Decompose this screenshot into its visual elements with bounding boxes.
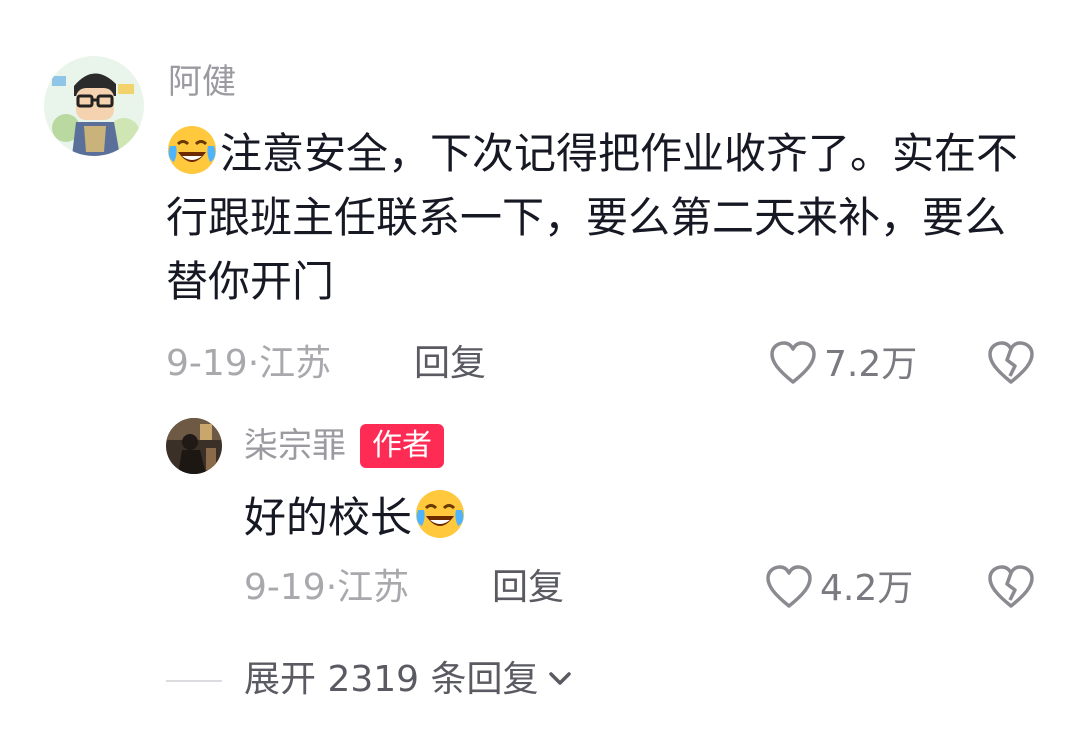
comment-thread: 阿健 注意安全，下次记得把作业收齐了。实在不行跟班主任联系一下，要么第二天来补，…	[0, 0, 1080, 744]
author-badge: 作者	[360, 424, 444, 468]
meta-separator: ·	[247, 343, 260, 384]
avatar[interactable]	[44, 56, 144, 156]
expand-replies-label: 展开 2319 条回复	[244, 659, 539, 700]
reply-location: 江苏	[337, 567, 410, 608]
reply-dislike-button[interactable]	[986, 564, 1036, 614]
like-count: 7.2万	[824, 344, 918, 385]
reply-reply-button[interactable]: 回复	[492, 566, 564, 610]
chevron-down-icon	[547, 668, 573, 692]
username[interactable]: 阿健	[168, 62, 236, 102]
heart-icon	[764, 564, 814, 614]
reply-like-count: 4.2万	[820, 568, 914, 609]
reply-meta: 9-19·江苏	[244, 566, 409, 610]
expand-divider	[166, 680, 222, 682]
laugh-cry-emoji-icon	[166, 124, 218, 176]
comment-text: 注意安全，下次记得把作业收齐了。实在不行跟班主任联系一下，要么第二天来补，要么替…	[166, 122, 1046, 314]
comment-date: 9-19	[166, 343, 248, 384]
reply-body: 好的校长	[244, 493, 413, 542]
reply-username[interactable]: 柒宗罪	[244, 426, 346, 466]
laugh-cry-emoji-icon	[414, 488, 466, 540]
reply-avatar[interactable]	[166, 418, 222, 474]
broken-heart-icon	[986, 564, 1036, 614]
reply-date: 9-19	[244, 567, 326, 608]
comment-meta: 9-19·江苏	[166, 342, 331, 386]
broken-heart-icon	[986, 340, 1036, 390]
like-button[interactable]: 7.2万	[768, 340, 917, 390]
dislike-button[interactable]	[986, 340, 1036, 390]
reply-like-button[interactable]: 4.2万	[764, 564, 913, 614]
expand-replies-button[interactable]: 展开 2319 条回复	[244, 658, 573, 702]
heart-icon	[768, 340, 818, 390]
comment-body: 注意安全，下次记得把作业收齐了。实在不行跟班主任联系一下，要么第二天来补，要么替…	[166, 129, 1019, 306]
reply-text: 好的校长	[244, 486, 1044, 550]
meta-separator: ·	[325, 567, 338, 608]
comment-location: 江苏	[259, 343, 332, 384]
reply-header: 柒宗罪 作者	[244, 424, 444, 468]
reply-button[interactable]: 回复	[414, 342, 486, 386]
